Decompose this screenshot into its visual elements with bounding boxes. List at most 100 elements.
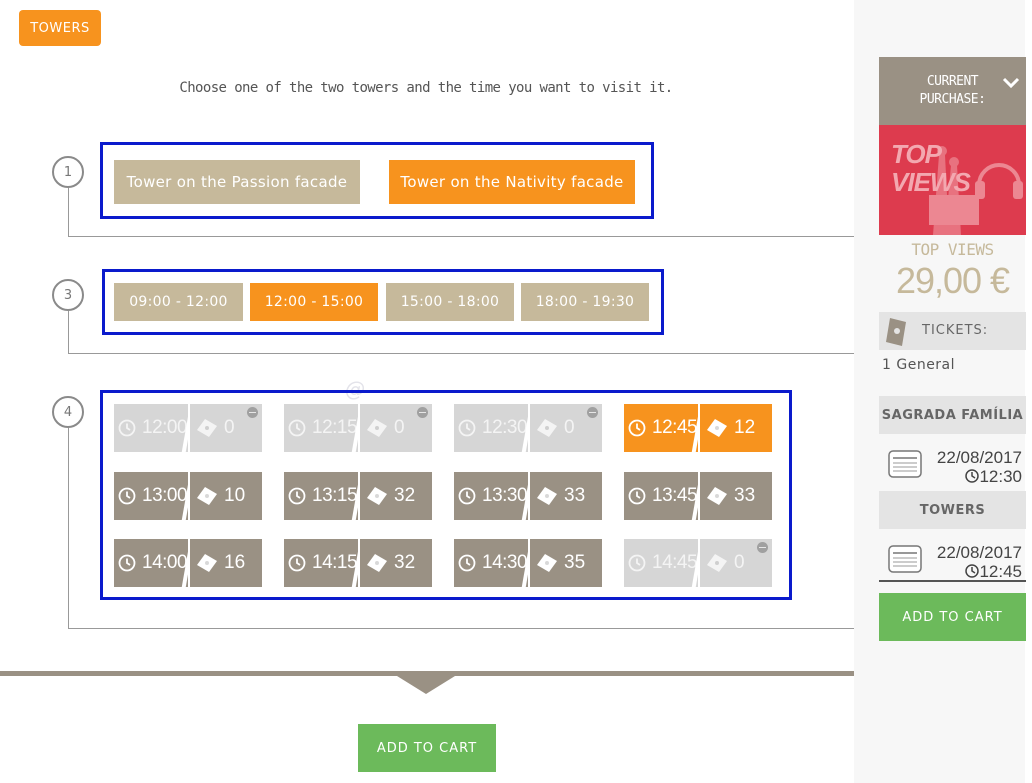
time-slot-1445[interactable]: 14:45 0 <box>624 539 772 587</box>
range-button-0900[interactable]: 09:00 - 12:00 <box>114 283 243 321</box>
slot-time: 13:15 <box>284 472 358 520</box>
range-button-1500[interactable]: 15:00 - 18:00 <box>386 283 514 321</box>
minus-icon <box>757 542 768 553</box>
slot-availability: 32 <box>360 539 432 587</box>
slot-time: 12:30 <box>454 404 528 452</box>
step-number-4: 4 <box>52 396 84 428</box>
minus-icon <box>587 407 598 418</box>
time-slot-1345[interactable]: 13:45 33 <box>624 472 772 520</box>
slot-count-label: 12 <box>734 417 756 438</box>
clock-icon <box>628 554 646 572</box>
ticket-icon <box>707 487 727 505</box>
slot-time: 12:00 <box>114 404 188 452</box>
slot-time-label: 12:15 <box>312 417 358 438</box>
time-slot-1315[interactable]: 13:15 32 <box>284 472 432 520</box>
current-purchase-header[interactable]: CURRENT PURCHASE: <box>879 57 1026 125</box>
slot-time: 13:00 <box>114 472 188 520</box>
sidebar-underline <box>879 580 1026 582</box>
slot-time-label: 14:00 <box>142 552 188 573</box>
slot-time-label: 13:30 <box>482 485 528 506</box>
time-slot-1430[interactable]: 14:30 35 <box>454 539 602 587</box>
ticket-icon <box>367 554 387 572</box>
slot-count-label: 0 <box>734 552 745 573</box>
sagrada-familia-date: 22/08/2017 <box>936 448 1022 467</box>
step1-vline <box>68 188 69 237</box>
calendar-icon <box>888 545 922 573</box>
clock-icon <box>458 554 476 572</box>
towers-date: 22/08/2017 <box>936 543 1022 562</box>
step4-vline <box>68 428 69 629</box>
ticket-icon <box>367 487 387 505</box>
time-slot-1230[interactable]: 12:30 0 <box>454 404 602 452</box>
ticket-icon <box>707 419 727 437</box>
add-to-cart-button[interactable]: ADD TO CART <box>358 724 496 772</box>
slot-time-label: 12:30 <box>482 417 528 438</box>
slot-time-label: 14:30 <box>482 552 528 573</box>
ticket-icon <box>197 487 217 505</box>
clock-icon <box>628 419 646 437</box>
ticket-icon <box>197 419 217 437</box>
slot-availability: 12 <box>700 404 772 452</box>
calendar-icon <box>888 450 922 478</box>
step1-hline <box>68 236 854 237</box>
slot-count-label: 33 <box>734 485 756 506</box>
current-purchase-line2: PURCHASE: <box>919 92 986 107</box>
range-button-1800[interactable]: 18:00 - 19:30 <box>521 283 649 321</box>
slot-count-label: 35 <box>564 552 586 573</box>
clock-icon <box>458 419 476 437</box>
ticket-icon <box>197 554 217 572</box>
towers-badge[interactable]: TOWERS <box>19 10 101 46</box>
step3-vline <box>68 311 69 354</box>
top-views-image-text-line1: TOP <box>891 139 942 169</box>
sidebar-edge <box>1025 0 1032 783</box>
range-button-1200[interactable]: 12:00 - 15:00 <box>250 283 378 321</box>
sagrada-familia-time: 12:30 <box>979 467 1022 486</box>
chevron-down-icon[interactable] <box>1002 76 1020 90</box>
instruction-text: Choose one of the two towers and the tim… <box>179 80 673 96</box>
time-slot-1330[interactable]: 13:30 33 <box>454 472 602 520</box>
time-slot-1245[interactable]: 12:45 12 <box>624 404 772 452</box>
clock-icon <box>118 554 136 572</box>
slot-count-label: 16 <box>224 552 246 573</box>
slot-availability: 35 <box>530 539 602 587</box>
top-views-image-text: TOP VIEWS <box>891 139 971 196</box>
slot-availability: 10 <box>190 472 262 520</box>
time-slot-1400[interactable]: 14:00 16 <box>114 539 262 587</box>
slot-count-label: 32 <box>394 485 416 506</box>
time-slot-1415[interactable]: 14:15 32 <box>284 539 432 587</box>
time-slot-1200[interactable]: 12:00 0 <box>114 404 262 452</box>
slot-time-label: 13:00 <box>142 485 188 506</box>
time-slot-1215[interactable]: 12:15 0 <box>284 404 432 452</box>
towers-time: 12:45 <box>979 562 1022 581</box>
slot-time: 14:15 <box>284 539 358 587</box>
product-name: TOP VIEWS <box>911 240 994 259</box>
slot-availability: 32 <box>360 472 432 520</box>
slot-count-label: 0 <box>564 417 575 438</box>
clock-icon <box>628 487 646 505</box>
clock-icon <box>288 554 306 572</box>
ticket-icon <box>537 487 557 505</box>
slot-time: 13:30 <box>454 472 528 520</box>
slot-availability: 16 <box>190 539 262 587</box>
section-towers: TOWERS <box>879 491 1026 529</box>
clock-icon <box>288 487 306 505</box>
clock-icon <box>458 487 476 505</box>
slot-time-label: 13:15 <box>312 485 358 506</box>
time-slot-1300[interactable]: 13:00 10 <box>114 472 262 520</box>
ticket-icon <box>707 554 727 572</box>
slot-time-label: 14:45 <box>652 552 698 573</box>
minus-icon <box>247 407 258 418</box>
tower-passion-button[interactable]: Tower on the Passion facade <box>114 160 360 204</box>
slot-count-label: 0 <box>224 417 235 438</box>
towers-datetime: 22/08/2017 12:45 <box>920 543 1022 581</box>
slot-time-label: 12:45 <box>652 417 698 438</box>
slot-time: 14:30 <box>454 539 528 587</box>
sidebar-add-to-cart-button[interactable]: ADD TO CART <box>879 593 1026 641</box>
tower-nativity-button[interactable]: Tower on the Nativity facade <box>389 160 635 204</box>
sagrada-familia-time-row: 12:30 <box>920 467 1022 486</box>
ticket-icon <box>886 318 906 346</box>
step4-hline <box>68 628 854 629</box>
slot-count-label: 0 <box>394 417 405 438</box>
clock-icon <box>288 419 306 437</box>
slot-time: 12:15 <box>284 404 358 452</box>
